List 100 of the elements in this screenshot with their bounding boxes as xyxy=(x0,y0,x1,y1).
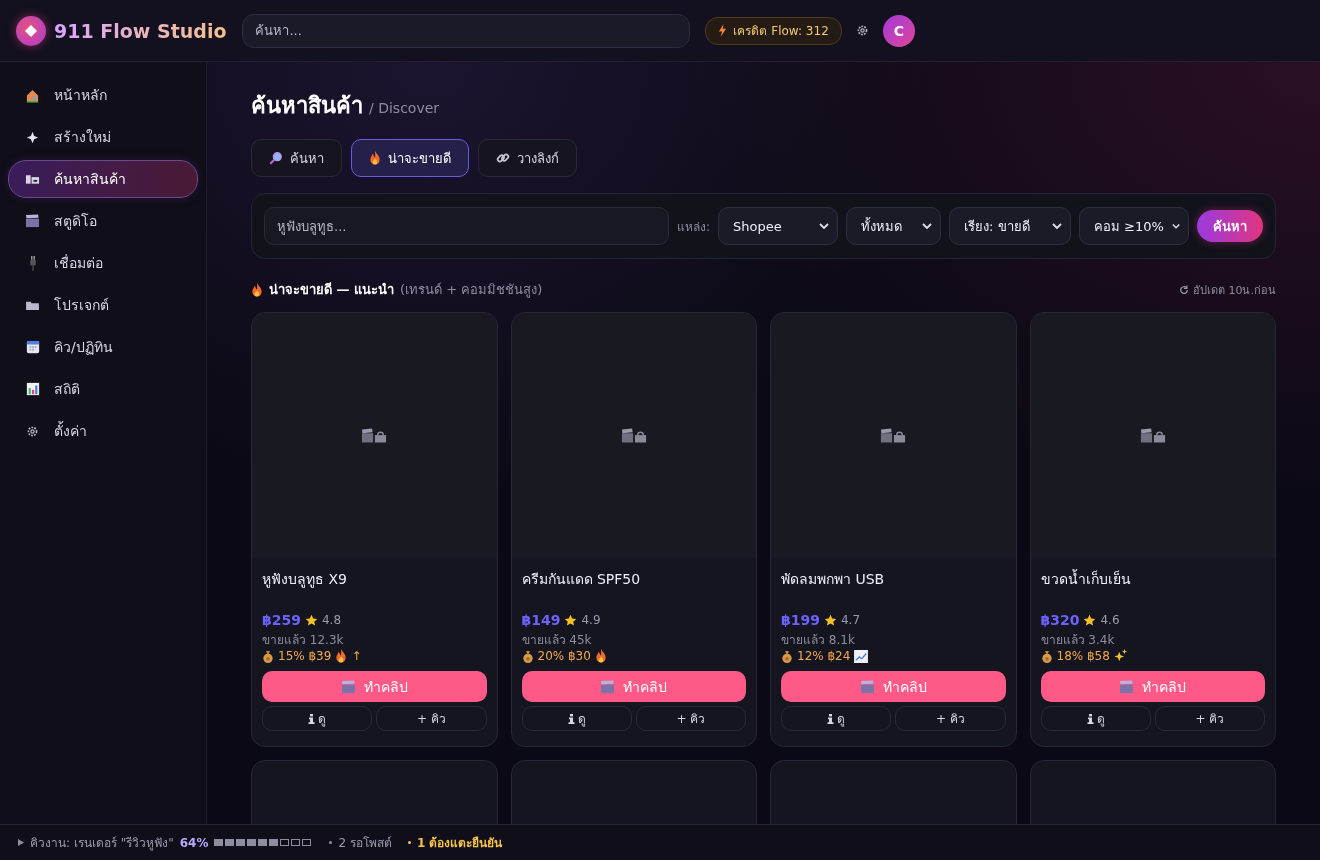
dropdown[interactable]: ทั้งหมด xyxy=(846,207,942,245)
info-icon xyxy=(827,713,835,724)
sidebar-item[interactable]: สตูดิโอ xyxy=(8,202,198,240)
plug-icon xyxy=(27,255,38,271)
commission-text: 15% ฿39 xyxy=(278,649,332,663)
calendar-icon xyxy=(25,340,40,354)
commission-text: 18% ฿58 xyxy=(1056,649,1110,663)
dropdown[interactable]: เรียง: ขายดี xyxy=(949,207,1072,245)
tab[interactable]: ค้นหา xyxy=(251,139,342,177)
fire-icon xyxy=(251,282,263,297)
product-name: ครีมกันแดด SPF50 xyxy=(521,570,642,589)
bar-chart-icon xyxy=(25,382,40,396)
avatar[interactable]: C xyxy=(882,14,915,47)
clapper-bag-icon xyxy=(880,426,907,445)
star-icon xyxy=(1083,613,1097,627)
queue-button[interactable]: + คิว xyxy=(376,706,487,731)
chevron-down-icon xyxy=(922,222,933,230)
clapperboard-icon xyxy=(1119,679,1135,694)
search-button[interactable]: ค้นหา xyxy=(1197,210,1264,242)
link-icon xyxy=(496,151,510,165)
sidebar-item[interactable]: สถิติ xyxy=(8,370,198,408)
settings-icon xyxy=(855,24,869,37)
sidebar-item[interactable]: เชื่อมต่อ xyxy=(8,244,198,282)
view-button[interactable]: ดู xyxy=(781,706,892,731)
fire-icon xyxy=(369,151,381,165)
sparkle-icon xyxy=(26,130,39,144)
clapperboard-icon xyxy=(340,679,356,694)
info-icon xyxy=(567,713,575,724)
product-price: ฿149 xyxy=(521,612,561,628)
play-icon xyxy=(18,839,24,846)
dropdown[interactable]: Shopee xyxy=(718,207,839,245)
rating: 4.9 xyxy=(581,613,601,627)
product-price: ฿259 xyxy=(262,612,301,628)
star-icon xyxy=(823,613,837,627)
commission-text: 20% ฿30 xyxy=(537,649,591,663)
clapperboard-icon xyxy=(25,214,40,228)
product-name: พัดลมพกพา USB xyxy=(781,570,886,589)
queue-button[interactable]: + คิว xyxy=(635,706,746,731)
credit-text: เครดิต Flow: 312 xyxy=(733,23,829,40)
sidebar-item[interactable]: ตั้งค่า xyxy=(8,412,198,450)
view-button[interactable]: ดู xyxy=(262,706,373,731)
trend-chart-icon xyxy=(854,649,869,663)
sidebar-item[interactable]: ค้นหาสินค้า xyxy=(8,160,198,198)
view-button[interactable]: ดู xyxy=(1040,706,1151,731)
info-icon xyxy=(1086,713,1094,724)
lightning-icon xyxy=(718,24,728,37)
dropdown[interactable]: คอม ≥10% xyxy=(1079,207,1190,245)
progress-percent: 64% xyxy=(179,835,209,850)
search-field[interactable]: ค้นหา... xyxy=(242,13,691,48)
sidebar-item[interactable]: สร้างใหม่ xyxy=(8,118,198,156)
product-price: ฿199 xyxy=(781,612,820,628)
rating: 4.7 xyxy=(840,613,861,627)
source-label: แหล่ง: xyxy=(677,218,711,236)
trend-arrow: ↑ xyxy=(351,649,362,663)
settings-icon xyxy=(26,424,39,438)
clapper-bag-icon xyxy=(1139,426,1166,445)
product-name: หูฟังบลูทูธ X9 xyxy=(262,570,348,590)
rating: 4.6 xyxy=(1100,613,1120,627)
sold-count: ขายแล้ว 3.4k xyxy=(1040,632,1116,649)
money-bag-icon xyxy=(1040,649,1053,663)
money-bag-icon xyxy=(781,649,793,663)
info-icon xyxy=(308,713,316,724)
commission-text: 12% ฿24 xyxy=(797,649,851,663)
rating: 4.8 xyxy=(321,613,342,627)
clapper-bag-icon xyxy=(620,426,647,445)
chevron-down-icon xyxy=(1052,222,1063,230)
sidebar-item[interactable]: โปรเจกต์ xyxy=(8,286,198,324)
folder-icon xyxy=(25,299,40,311)
fire-icon xyxy=(594,649,607,663)
star-icon xyxy=(304,613,318,627)
search-icon xyxy=(269,151,283,165)
view-button[interactable]: ดู xyxy=(521,706,632,731)
clapperboard-icon xyxy=(600,679,616,694)
waiting-count: 2 รอโพสต์ xyxy=(338,835,392,852)
sparkles-icon xyxy=(1113,649,1128,663)
clapperboard-icon xyxy=(859,679,875,694)
section-title: น่าจะขายดี — แนะนำ xyxy=(269,281,395,299)
sidebar-item[interactable]: หน้าหลัก xyxy=(8,76,198,114)
app-logo xyxy=(16,15,46,46)
tab[interactable]: วางลิงก์ xyxy=(478,139,577,177)
sold-count: ขายแล้ว 12.3k xyxy=(262,632,345,649)
updated-time: อัปเดต 10น.ก่อน xyxy=(1193,282,1276,299)
chevron-down-icon xyxy=(1171,222,1181,230)
star-icon xyxy=(564,613,578,627)
sold-count: ขายแล้ว 8.1k xyxy=(781,632,856,649)
queue-button[interactable]: + คิว xyxy=(1154,706,1265,731)
clapper-bag-icon xyxy=(361,426,388,445)
tab[interactable]: น่าจะขายดี xyxy=(351,139,469,177)
query-field[interactable]: หูฟังบลูทูธ... xyxy=(264,207,669,245)
settings-button[interactable] xyxy=(855,24,869,37)
sidebar-item[interactable]: คิว/ปฏิทิน xyxy=(8,328,198,366)
money-bag-icon xyxy=(262,649,274,663)
queue-status: คิวงาน: เรนเดอร์ "รีวิวหูฟัง" xyxy=(30,835,174,852)
fire-icon xyxy=(335,649,348,663)
queue-button[interactable]: + คิว xyxy=(895,706,1006,731)
bag-icon xyxy=(25,173,40,185)
confirm-status-text: 1 ต้องแตะยืนยัน xyxy=(416,835,503,852)
chevron-down-icon xyxy=(819,222,830,230)
page-title: ค้นหาสินค้า xyxy=(251,92,363,120)
section-note: (เทรนด์ + คอมมิชชันสูง) xyxy=(400,281,543,300)
